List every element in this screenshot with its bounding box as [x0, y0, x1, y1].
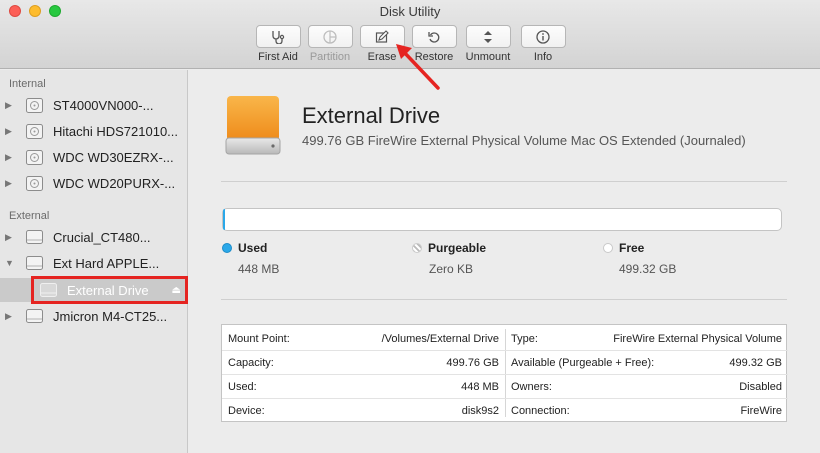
used-value: 448 MB — [238, 262, 280, 276]
disclosure-triangle-open-icon[interactable]: ▼ — [5, 258, 17, 268]
sidebar-item-label: Jmicron M4-CT25... — [53, 308, 168, 324]
internal-disk-icon — [26, 175, 43, 191]
stethoscope-icon — [272, 30, 285, 44]
info-icon — [536, 29, 550, 44]
info-column-right: Type: FireWire External Physical Volume A… — [505, 325, 788, 421]
legend-purgeable: Purgeable — [412, 241, 486, 255]
disclosure-triangle-icon[interactable]: ▶ — [5, 311, 17, 322]
info-label: Info — [533, 51, 553, 63]
disclosure-triangle-icon[interactable]: ▶ — [5, 152, 17, 163]
sidebar-item-label: Hitachi HDS721010... — [53, 123, 179, 139]
info-row: Mount Point:/Volumes/External Drive — [222, 327, 505, 351]
info-row: Connection: FireWire — [511, 405, 782, 417]
internal-disk-icon — [26, 97, 43, 113]
disclosure-triangle-icon[interactable]: ▶ — [5, 178, 17, 189]
window-title: Disk Utility — [379, 4, 441, 19]
free-value: 499.32 GB — [619, 262, 677, 276]
purgeable-value: Zero KB — [429, 262, 474, 276]
drive-description: 499.76 GB FireWire External Physical Vol… — [302, 133, 746, 148]
unmount-label: Unmount — [465, 51, 511, 63]
external-drive-large-icon — [225, 96, 281, 155]
internal-disk-icon — [26, 149, 43, 165]
unmount-icon — [484, 30, 492, 43]
internal-disk-icon — [26, 123, 43, 139]
highlight-box — [31, 276, 188, 304]
sidebar-item-label: WDC WD30EZRX-... — [53, 149, 174, 165]
sidebar-section-external: External — [9, 210, 50, 222]
info-column-left: Mount Point:/Volumes/External Drive Capa… — [222, 325, 505, 421]
sidebar-item-label: ST4000VN000-... — [53, 97, 154, 113]
sidebar-item-disk[interactable]: ▶ Crucial_CT480... — [0, 225, 187, 249]
erase-icon — [375, 29, 389, 43]
info-row: Device: disk9s2 — [228, 405, 499, 417]
sidebar-item-disk[interactable]: ▶ Hitachi HDS721010... — [0, 119, 187, 143]
legend-used: Used — [222, 241, 267, 255]
drive-name: External Drive — [302, 103, 441, 128]
info-row: Type: FireWire External Physical Volume — [505, 327, 788, 351]
purgeable-dot-icon — [412, 243, 422, 253]
sidebar-item-disk[interactable]: ▼ Ext Hard APPLE... — [0, 251, 187, 275]
unmount-button[interactable]: Unmount — [457, 25, 519, 63]
annotation-arrow — [396, 44, 440, 90]
used-dot-icon — [222, 243, 232, 253]
info-row: Used: 448 MB — [222, 375, 505, 399]
disclosure-triangle-icon[interactable]: ▶ — [5, 100, 17, 111]
info-row: Available (Purgeable + Free): 499.32 GB — [505, 351, 788, 375]
pie-chart-icon — [323, 29, 337, 44]
external-disk-icon — [26, 230, 43, 244]
external-disk-icon — [26, 256, 43, 270]
info-button[interactable]: Info — [512, 25, 574, 63]
free-dot-icon — [603, 243, 613, 253]
sidebar-item-disk[interactable]: ▶ ST4000VN000-... — [0, 93, 187, 117]
disclosure-triangle-icon[interactable]: ▶ — [5, 126, 17, 137]
sidebar-section-internal: Internal — [9, 78, 46, 90]
external-disk-icon — [26, 309, 43, 323]
sidebar-item-label: WDC WD20PURX-... — [53, 175, 176, 191]
legend-free: Free — [603, 241, 644, 255]
sidebar-item-disk[interactable]: ▶ Jmicron M4-CT25... — [0, 304, 187, 328]
disclosure-triangle-icon[interactable]: ▶ — [5, 232, 17, 243]
usage-bar — [222, 208, 782, 231]
info-table: Mount Point:/Volumes/External Drive Capa… — [221, 324, 788, 422]
info-row: Capacity: 499.76 GB — [222, 351, 505, 375]
usage-bar-used-fill — [223, 209, 225, 230]
divider — [221, 181, 787, 182]
info-row: Owners: Disabled — [505, 375, 788, 399]
sidebar-item-disk[interactable]: ▶ WDC WD20PURX-... — [0, 171, 187, 195]
sidebar-item-label: Crucial_CT480... — [53, 229, 151, 245]
sidebar-item-disk[interactable]: ▶ WDC WD30EZRX-... — [0, 145, 187, 169]
sidebar-item-label: Ext Hard APPLE... — [53, 255, 160, 271]
divider — [221, 299, 787, 300]
